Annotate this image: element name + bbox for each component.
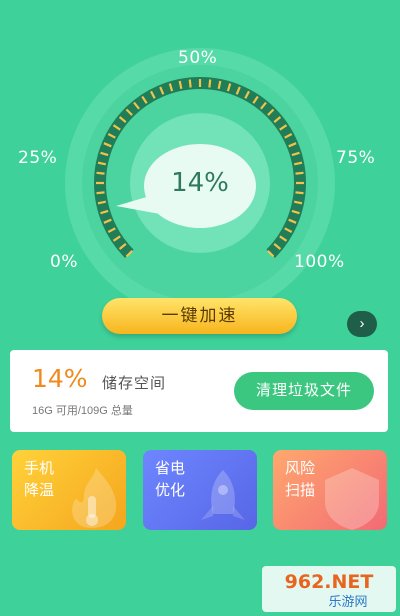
- gauge-label-0: 0%: [50, 252, 78, 272]
- gauge-tick: [208, 79, 212, 88]
- gauge-tick: [97, 161, 107, 166]
- gauge-tick: [217, 80, 222, 90]
- svg-text:乐游网: 乐游网: [328, 595, 367, 610]
- gauge-tick: [293, 161, 303, 166]
- feature-power-saving[interactable]: 省电优化: [143, 450, 257, 530]
- chevron-right-icon: ›: [359, 315, 365, 332]
- shield-icon: [325, 468, 379, 530]
- storage-title: 储存空间: [102, 375, 167, 392]
- site-watermark-logo: 962.NET 乐游网: [262, 566, 396, 612]
- gauge-tick: [178, 80, 183, 90]
- svg-text:962.NET: 962.NET: [285, 571, 374, 593]
- gauge-tick: [293, 200, 303, 205]
- next-button[interactable]: ›: [347, 311, 377, 337]
- feature-label: 手机降温: [24, 460, 55, 499]
- thermometer-icon: [72, 468, 117, 528]
- gauge-tick: [295, 171, 304, 175]
- feature-risk-scan[interactable]: 风险扫描: [273, 450, 387, 530]
- gauge-tick: [295, 191, 304, 195]
- gauge-tick: [96, 171, 105, 175]
- gauge-label-75: 75%: [336, 148, 376, 168]
- gauge-label-25: 25%: [18, 148, 58, 168]
- rocket-icon: [201, 470, 245, 520]
- storage-card: 14% 储存空间 16G 可用/109G 总量 清理垃圾文件: [10, 350, 388, 432]
- gauge-tick: [97, 200, 107, 205]
- storage-percent: 14%: [32, 364, 88, 393]
- feature-label: 省电优化: [155, 460, 186, 499]
- clean-junk-button[interactable]: 清理垃圾文件: [234, 372, 374, 410]
- storage-detail: 16G 可用/109G 总量: [32, 405, 133, 417]
- feature-label: 风险扫描: [285, 460, 316, 499]
- speed-gauge: 50% 25% 75% 0% 100% 14%: [0, 0, 400, 318]
- gauge-value: 14%: [171, 168, 229, 198]
- gauge-tick: [96, 191, 105, 195]
- gauge-label-100: 100%: [294, 252, 345, 272]
- gauge-label-50: 50%: [178, 48, 218, 68]
- feature-phone-cooling[interactable]: 手机降温: [12, 450, 126, 530]
- gauge-tick: [188, 79, 192, 88]
- one-key-boost-button[interactable]: 一键加速: [102, 298, 297, 334]
